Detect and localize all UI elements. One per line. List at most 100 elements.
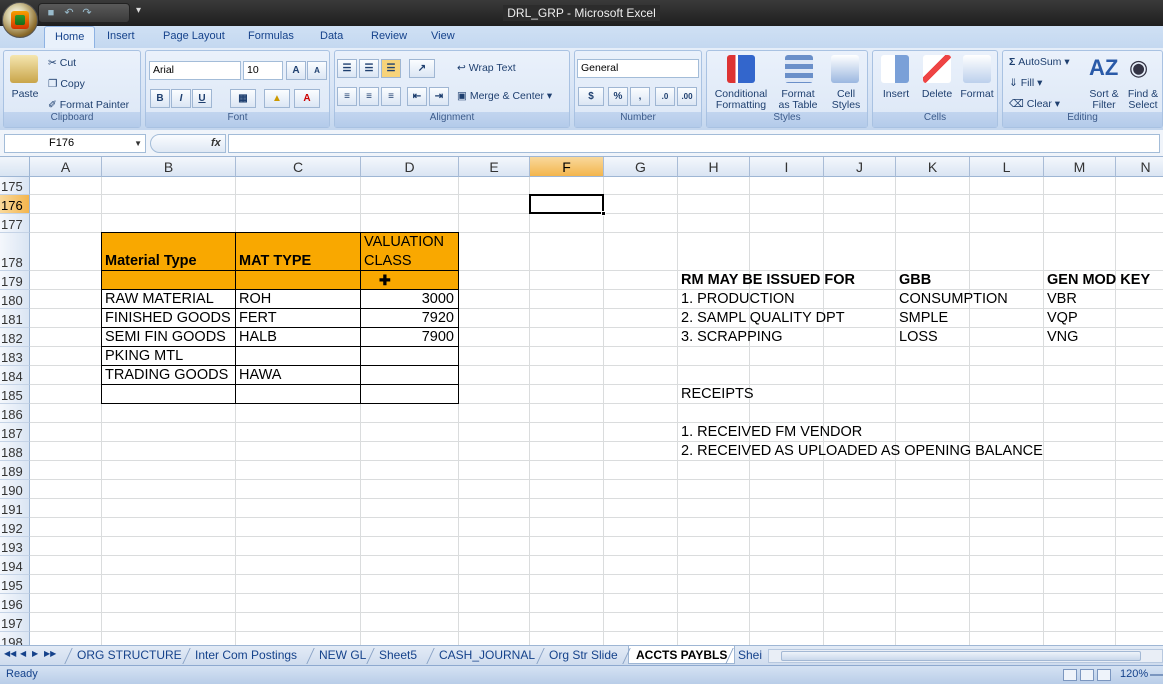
cell-mat-type[interactable]: HALB [239, 329, 277, 346]
cell-valuation-class[interactable]: 3000 [361, 291, 454, 308]
cell-material-type[interactable]: PKING MTL [105, 348, 183, 365]
tab-view[interactable]: View [431, 30, 455, 42]
chevron-down-icon[interactable]: ▼ [134, 139, 142, 148]
decrease-decimal-icon[interactable]: .00 [677, 87, 697, 106]
column-header[interactable]: M [1044, 157, 1116, 177]
zoom-slider[interactable] [1150, 674, 1163, 676]
wrap-text-button[interactable]: ↩ Wrap Text [457, 62, 516, 74]
gen-mod-key-header[interactable]: GEN MOD KEY [1047, 272, 1150, 289]
worksheet-grid[interactable]: A B C D E F G H I J K L M N 175 176 177 178 179 180 181 182 18… [0, 157, 1163, 645]
row-header[interactable]: 181 [0, 309, 30, 328]
tab-home[interactable]: Home [44, 26, 96, 48]
tab-insert[interactable]: Insert [107, 30, 135, 42]
comma-button[interactable]: , [630, 87, 650, 106]
conditional-formatting-icon[interactable] [727, 55, 755, 83]
delete-cells-icon[interactable] [923, 55, 951, 83]
align-middle-icon[interactable]: ☰ [359, 59, 379, 78]
delete-button[interactable]: Delete [915, 89, 959, 100]
row-header[interactable]: 186 [0, 404, 30, 423]
row-header[interactable]: 182 [0, 328, 30, 347]
sheet-tab[interactable]: Sheet5 [372, 646, 424, 664]
cell-valuation-class[interactable]: 7920 [361, 310, 454, 327]
orientation-icon[interactable]: ↗ [409, 59, 435, 78]
row-header[interactable]: 176 [0, 195, 30, 214]
row-header[interactable]: 197 [0, 613, 30, 632]
row-header[interactable]: 178 [0, 233, 30, 271]
conditional-formatting-button[interactable]: Conditional Formatting [709, 89, 773, 111]
paste-button[interactable]: Paste [8, 89, 42, 100]
sheet-tab[interactable]: ORG STRUCTURE [70, 646, 189, 664]
column-header[interactable]: B [102, 157, 236, 177]
format-as-table-button[interactable]: Format as Table [773, 89, 823, 111]
align-center-icon[interactable]: ≡ [359, 87, 379, 106]
autosum-button[interactable]: Σ AutoSum ▾ [1009, 56, 1070, 68]
format-as-table-icon[interactable] [785, 55, 813, 83]
fill-handle[interactable] [601, 211, 606, 216]
page-break-view-icon[interactable] [1097, 669, 1111, 681]
row-header[interactable]: 188 [0, 442, 30, 461]
next-sheet-icon[interactable]: ▶ [32, 649, 38, 658]
column-header[interactable]: I [750, 157, 824, 177]
clear-button[interactable]: ⌫ Clear ▾ [1009, 98, 1060, 110]
row-header[interactable]: 190 [0, 480, 30, 499]
column-header[interactable]: F [530, 157, 604, 177]
row-header[interactable]: 175 [0, 177, 30, 195]
insert-function-button[interactable]: fx [150, 134, 226, 153]
column-header[interactable]: D [361, 157, 459, 177]
column-header[interactable]: C [236, 157, 361, 177]
sheet-tab[interactable]: Org Str Slide [542, 646, 625, 664]
gbb-item[interactable]: SMPLE [899, 310, 948, 327]
gen-mod-key-item[interactable]: VQP [1047, 310, 1078, 327]
gen-mod-key-item[interactable]: VBR [1047, 291, 1077, 308]
sort-filter-icon[interactable]: AZ [1089, 55, 1118, 81]
row-header[interactable]: 191 [0, 499, 30, 518]
align-right-icon[interactable]: ≡ [381, 87, 401, 106]
copy-button[interactable]: ❐ Copy [48, 78, 85, 90]
format-painter-button[interactable]: ✐ Format Painter [48, 99, 129, 111]
merge-center-button[interactable]: ▣ Merge & Center ▾ [457, 90, 552, 102]
format-button[interactable]: Format [955, 89, 999, 100]
column-header[interactable]: N [1116, 157, 1163, 177]
align-bottom-icon[interactable]: ☰ [381, 59, 401, 78]
cell-material-type[interactable]: SEMI FIN GOODS [105, 329, 226, 346]
borders-button[interactable]: ▦ [230, 89, 256, 108]
gbb-item[interactable]: LOSS [899, 329, 938, 346]
binoculars-icon[interactable]: ◉ [1129, 55, 1148, 81]
fill-button[interactable]: ⇓ Fill ▾ [1009, 77, 1042, 89]
last-sheet-icon[interactable]: ▶▶ [44, 649, 56, 658]
sheet-tab[interactable]: CASH_JOURNAL [432, 646, 542, 664]
cut-button[interactable]: ✂ Cut [48, 57, 76, 69]
select-all-corner[interactable] [0, 157, 30, 177]
bold-button[interactable]: B [150, 89, 170, 108]
selected-cell[interactable] [529, 194, 606, 216]
decrease-indent-icon[interactable]: ⇤ [407, 87, 427, 106]
tab-data[interactable]: Data [320, 30, 343, 42]
increase-decimal-icon[interactable]: .0 [655, 87, 675, 106]
increase-indent-icon[interactable]: ⇥ [429, 87, 449, 106]
issue-item[interactable]: 3. SCRAPPING [681, 329, 783, 346]
row-header[interactable]: 189 [0, 461, 30, 480]
receipts-label[interactable]: RECEIPTS [681, 386, 754, 403]
font-color-button[interactable]: A [294, 89, 320, 108]
row-header[interactable]: 193 [0, 537, 30, 556]
cell-material-type[interactable]: FINISHED GOODS [105, 310, 231, 327]
formula-input[interactable] [228, 134, 1160, 153]
row-header[interactable]: 195 [0, 575, 30, 594]
column-header[interactable]: G [604, 157, 678, 177]
issue-item[interactable]: 1. PRODUCTION [681, 291, 795, 308]
prev-sheet-icon[interactable]: ◀ [20, 649, 26, 658]
currency-button[interactable]: $ [578, 87, 604, 106]
cell-styles-icon[interactable] [831, 55, 859, 83]
cell-mat-type[interactable]: HAWA [239, 367, 281, 384]
shrink-font-button[interactable]: A [307, 61, 327, 80]
cell-mat-type[interactable]: FERT [239, 310, 277, 327]
row-header[interactable]: 187 [0, 423, 30, 442]
gbb-item[interactable]: CONSUMPTION [899, 291, 1008, 308]
tab-review[interactable]: Review [371, 30, 407, 42]
font-size-select[interactable]: 10 [243, 61, 283, 80]
office-button[interactable] [2, 2, 38, 38]
issue-item[interactable]: 2. SAMPL QUALITY DPT [681, 310, 845, 327]
gen-mod-key-item[interactable]: VNG [1047, 329, 1078, 346]
row-header[interactable]: 196 [0, 594, 30, 613]
align-top-icon[interactable]: ☰ [337, 59, 357, 78]
